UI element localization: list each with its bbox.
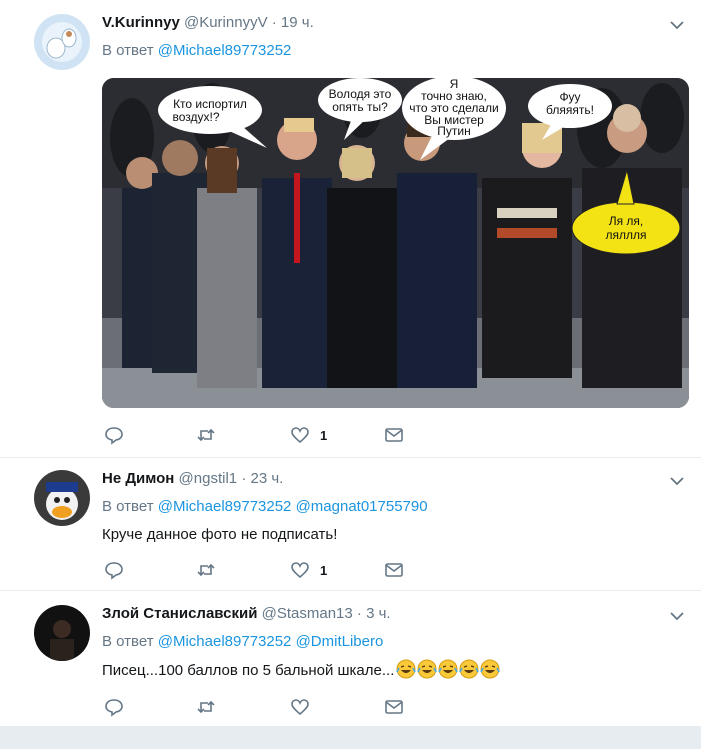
svg-text:Путин: Путин xyxy=(437,124,470,138)
like-button[interactable] xyxy=(290,697,310,717)
svg-text:ляллля: ляллля xyxy=(605,228,646,242)
like-button[interactable]: 1 xyxy=(290,560,327,580)
separator-dot: · xyxy=(241,470,247,487)
tweet-actions xyxy=(104,697,424,717)
direct-message-icon xyxy=(385,428,403,442)
direct-message-icon xyxy=(385,563,403,577)
tweet-actions: 1 xyxy=(104,560,424,580)
tweet-header: Не Димон @ngstil1 · 23 ч. xyxy=(102,470,283,487)
reply-button[interactable] xyxy=(104,425,124,445)
tweet-1[interactable]: V.Kurinnyy @KurinnyyV · 19 ч. В ответ @M… xyxy=(0,0,701,458)
reply-prefix: В ответ xyxy=(102,42,154,59)
tweet-text: Круче данное фото не подписать! xyxy=(102,526,338,543)
reply-icon xyxy=(105,427,123,445)
retweet-button[interactable] xyxy=(196,697,216,717)
mention-link[interactable]: @Michael89773252 xyxy=(158,42,292,59)
like-icon xyxy=(291,699,309,716)
tweet-2[interactable]: Не Димон @ngstil1 · 23 ч. В ответ @Micha… xyxy=(0,458,701,591)
laughing-emoji-icon xyxy=(396,659,417,679)
separator-dot: · xyxy=(356,605,362,622)
chevron-down-icon[interactable] xyxy=(669,473,685,489)
laughing-emoji-icon xyxy=(459,659,480,679)
chevron-down-icon[interactable] xyxy=(669,608,685,624)
reply-prefix: В ответ xyxy=(102,498,154,515)
avatar[interactable] xyxy=(34,470,90,526)
author-name[interactable]: Злой Станиславский xyxy=(102,605,257,622)
mention-link[interactable]: @Michael89773252 xyxy=(158,633,292,650)
direct-message-button[interactable] xyxy=(384,697,404,717)
direct-message-button[interactable] xyxy=(384,425,404,445)
like-button[interactable]: 1 xyxy=(290,425,327,445)
tweet-header: Злой Станиславский @Stasman13 · 3 ч. xyxy=(102,605,391,622)
timestamp[interactable]: 23 ч. xyxy=(250,470,283,487)
like-icon xyxy=(291,562,309,579)
chevron-down-icon[interactable] xyxy=(669,17,685,33)
avatar[interactable] xyxy=(34,605,90,661)
svg-text:воздух!?: воздух!? xyxy=(172,110,219,124)
like-count: 1 xyxy=(320,427,328,443)
svg-text:Ля ля,: Ля ля, xyxy=(609,214,644,228)
reply-prefix: В ответ xyxy=(102,633,154,650)
author-handle[interactable]: @ngstil1 xyxy=(179,470,238,487)
like-icon xyxy=(291,427,309,444)
timestamp[interactable]: 19 ч. xyxy=(281,14,314,31)
direct-message-icon xyxy=(385,700,403,714)
author-name[interactable]: Не Димон xyxy=(102,470,174,487)
avatar[interactable] xyxy=(34,14,90,70)
author-name[interactable]: V.Kurinnyy xyxy=(102,14,180,31)
author-handle[interactable]: @KurinnyyV xyxy=(184,14,268,31)
mention-link[interactable]: @magnat01755790 xyxy=(296,498,428,515)
author-handle[interactable]: @Stasman13 xyxy=(262,605,353,622)
svg-text:опять ты?: опять ты? xyxy=(332,100,388,114)
emoji-group xyxy=(394,659,501,679)
svg-text:Кто испортил: Кто испортил xyxy=(173,97,247,111)
reply-icon xyxy=(105,699,123,717)
laughing-emoji-icon xyxy=(417,659,438,679)
retweet-button[interactable] xyxy=(196,425,216,445)
timestamp[interactable]: 3 ч. xyxy=(366,605,391,622)
tweet-text: Писец...100 баллов по 5 бальной шкале... xyxy=(102,662,395,679)
mention-link[interactable]: @DmitLibero xyxy=(296,633,384,650)
reply-button[interactable] xyxy=(104,697,124,717)
separator-dot: · xyxy=(271,14,277,31)
svg-text:бляяять!: бляяять! xyxy=(546,103,594,117)
svg-text:Володя это: Володя это xyxy=(329,87,392,101)
reply-context: В ответ @Michael89773252 @DmitLibero xyxy=(102,633,383,650)
retweet-icon xyxy=(197,563,215,577)
reply-context: В ответ @Michael89773252 xyxy=(102,42,291,59)
reply-context: В ответ @Michael89773252 @magnat01755790 xyxy=(102,498,428,515)
laughing-emoji-icon xyxy=(438,659,459,679)
reply-button[interactable] xyxy=(104,560,124,580)
timeline-bottom-divider xyxy=(0,727,701,749)
tweet-photo[interactable]: Кто испортил воздух!? Володя это опять т… xyxy=(102,78,689,408)
direct-message-button[interactable] xyxy=(384,560,404,580)
retweet-icon xyxy=(197,700,215,714)
tweet-text-row: Писец...100 баллов по 5 бальной шкале... xyxy=(102,659,501,679)
mention-link[interactable]: @Michael89773252 xyxy=(158,498,292,515)
retweet-icon xyxy=(197,428,215,442)
reply-icon xyxy=(105,562,123,580)
like-count: 1 xyxy=(320,562,328,578)
tweet-header: V.Kurinnyy @KurinnyyV · 19 ч. xyxy=(102,14,314,31)
retweet-button[interactable] xyxy=(196,560,216,580)
laughing-emoji-icon xyxy=(480,659,501,679)
svg-text:Фуу: Фуу xyxy=(559,90,580,104)
tweet-3[interactable]: Злой Станиславский @Stasman13 · 3 ч. В о… xyxy=(0,591,701,727)
tweet-actions: 1 xyxy=(104,425,424,445)
